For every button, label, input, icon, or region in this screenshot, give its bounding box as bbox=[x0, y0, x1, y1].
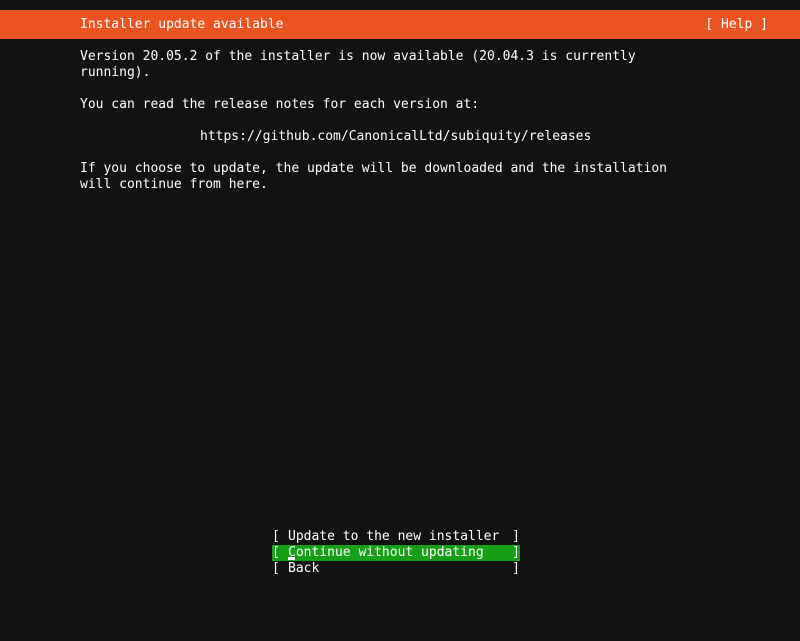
header-bar: Installer update available [ Help ] bbox=[0, 10, 800, 39]
button-update-to-new-installer[interactable]: [ Update to the new installer ] bbox=[272, 529, 520, 545]
text-spacer-1 bbox=[80, 81, 720, 97]
bracket-right: ] bbox=[512, 561, 520, 576]
button-label: Back bbox=[288, 561, 320, 576]
release-notes-intro-text: You can read the release notes for each … bbox=[80, 97, 480, 112]
bracket-left: [ bbox=[272, 529, 280, 544]
button-continue-without-updating[interactable]: [ Continue without updating ] bbox=[272, 545, 520, 561]
button-label: Update to the new installer bbox=[288, 529, 500, 544]
bracket-left: [ bbox=[272, 561, 280, 576]
installer-screen: Installer update available [ Help ] Vers… bbox=[0, 0, 800, 600]
button-back[interactable]: [ Back ] bbox=[272, 561, 520, 577]
text-spacer-2 bbox=[80, 113, 720, 129]
release-notes-url: https://github.com/CanonicalLtd/subiquit… bbox=[200, 129, 592, 144]
bracket-right: ] bbox=[512, 529, 520, 544]
page-title: Installer update available bbox=[80, 16, 284, 32]
text-cursor bbox=[288, 557, 295, 560]
text-spacer-3 bbox=[80, 145, 720, 161]
button-list: [ Update to the new installer ] [ Contin… bbox=[272, 529, 520, 577]
bracket-right: ] bbox=[512, 545, 520, 560]
help-button[interactable]: [ Help ] bbox=[705, 17, 768, 33]
installer-message-body: Version 20.05.2 of the installer is now … bbox=[80, 49, 720, 193]
button-label: Continue without updating bbox=[288, 545, 484, 560]
version-availability-text: Version 20.05.2 of the installer is now … bbox=[80, 49, 636, 80]
update-behavior-text: If you choose to update, the update will… bbox=[80, 161, 667, 192]
bracket-left: [ bbox=[272, 545, 280, 560]
